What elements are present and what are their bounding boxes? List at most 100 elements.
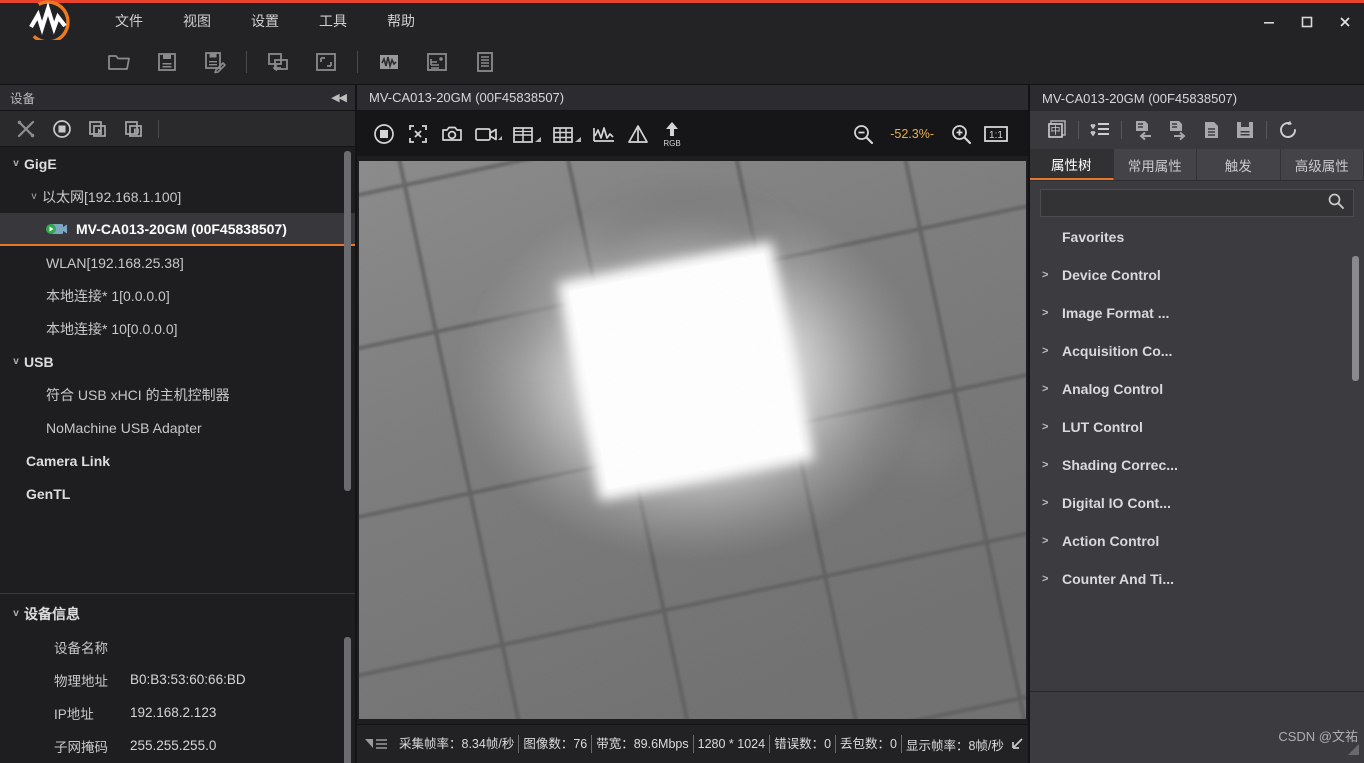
property-group-label: Digital IO Cont... bbox=[1062, 495, 1171, 511]
maximize-button[interactable] bbox=[1288, 3, 1326, 40]
sidebar-collapse-button[interactable]: ◀◀ bbox=[331, 91, 347, 104]
tree-node-gentl[interactable]: GenTL bbox=[0, 477, 356, 510]
property-panel-header: MV-CA013-20GM (00F45838507) bbox=[1030, 85, 1364, 111]
rgb-button[interactable]: RGB bbox=[655, 115, 689, 153]
snapshot-button[interactable] bbox=[435, 115, 469, 153]
tree-node-usb[interactable]: v USB bbox=[0, 345, 356, 378]
import-features-button[interactable] bbox=[1126, 114, 1160, 146]
open-folder-button[interactable] bbox=[95, 40, 143, 85]
device-info-scrollbar[interactable] bbox=[344, 637, 351, 763]
zoom-in-button[interactable] bbox=[944, 115, 978, 153]
chevron-down-icon: v bbox=[31, 191, 37, 202]
load-file-button[interactable] bbox=[1194, 114, 1228, 146]
grid-4-button[interactable] bbox=[507, 115, 547, 153]
save-file-icon bbox=[1237, 122, 1253, 138]
device-info-heading[interactable]: v 设备信息 bbox=[0, 597, 356, 630]
menu-help[interactable]: 帮助 bbox=[367, 3, 435, 40]
tree-node-camera-mv-ca013-20gm[interactable]: MV-CA013-20GM (00F45838507) bbox=[0, 213, 356, 246]
list-icon bbox=[477, 52, 493, 72]
property-group-acquisition-control[interactable]: > Acquisition Co... bbox=[1030, 332, 1364, 370]
property-search-box[interactable] bbox=[1040, 189, 1354, 217]
camera-icon bbox=[46, 222, 68, 236]
tab-common-properties[interactable]: 常用属性 bbox=[1113, 149, 1197, 180]
property-group-label: Image Format ... bbox=[1062, 305, 1170, 321]
device-info-key: 物理地址 bbox=[54, 673, 108, 689]
tree-node-nomachine-usb-adapter[interactable]: NoMachine USB Adapter bbox=[0, 411, 356, 444]
property-group-favorites[interactable]: Favorites bbox=[1030, 218, 1364, 256]
chevron-right-icon: > bbox=[1042, 573, 1049, 585]
refresh-devices-button[interactable] bbox=[8, 114, 44, 144]
menu-tools[interactable]: 工具 bbox=[299, 3, 367, 40]
record-video-button[interactable] bbox=[469, 115, 507, 153]
property-group-lut-control[interactable]: > LUT Control bbox=[1030, 408, 1364, 446]
property-group-image-format[interactable]: > Image Format ... bbox=[1030, 294, 1364, 332]
camera-image-container[interactable] bbox=[357, 156, 1028, 724]
property-group-action-control[interactable]: > Action Control bbox=[1030, 522, 1364, 560]
menu-settings[interactable]: 设置 bbox=[231, 3, 299, 40]
property-group-counter-and-timer[interactable]: > Counter And Ti... bbox=[1030, 560, 1364, 598]
tree-node-label: WLAN[192.168.25.38] bbox=[46, 254, 184, 271]
stop-record-button[interactable] bbox=[44, 114, 80, 144]
tree-node-label: Camera Link bbox=[26, 452, 111, 469]
property-group-analog-control[interactable]: > Analog Control bbox=[1030, 370, 1364, 408]
save-as-button[interactable] bbox=[191, 40, 239, 85]
property-toolbar-separator-3 bbox=[1266, 121, 1267, 139]
property-group-label: Counter And Ti... bbox=[1062, 571, 1174, 587]
import-config-icon bbox=[268, 53, 288, 72]
sidebar-header: 设备 ◀◀ bbox=[0, 85, 356, 111]
tree-node-label: GenTL bbox=[26, 485, 71, 502]
tree-node-wlan[interactable]: WLAN[192.168.25.38] bbox=[0, 246, 356, 279]
mirror-button[interactable] bbox=[621, 115, 655, 153]
tree-node-ethernet[interactable]: v 以太网[192.168.1.100] bbox=[0, 180, 356, 213]
save-file-button[interactable] bbox=[1228, 114, 1262, 146]
import-config-button[interactable] bbox=[254, 40, 302, 85]
camera-image bbox=[359, 161, 1026, 719]
tab-advanced-properties[interactable]: 高级属性 bbox=[1280, 149, 1364, 180]
language-chinese-button[interactable]: 中 bbox=[1040, 114, 1074, 146]
refresh-button[interactable] bbox=[1271, 114, 1305, 146]
device-tree: v GigE v 以太网[192.168.1.100] MV-CA013-20G… bbox=[0, 147, 356, 594]
tree-node-usb-xhci-controller[interactable]: 符合 USB xHCI 的主机控制器 bbox=[0, 378, 356, 411]
one-to-one-zoom-button[interactable]: 1:1 bbox=[978, 115, 1014, 153]
property-group-shading-correction[interactable]: > Shading Correc... bbox=[1030, 446, 1364, 484]
tree-node-local-connection-10[interactable]: 本地连接* 10[0.0.0.0] bbox=[0, 312, 356, 345]
image-settings-button[interactable] bbox=[413, 40, 461, 85]
property-list-scrollbar[interactable] bbox=[1352, 256, 1359, 381]
list-button[interactable] bbox=[461, 40, 509, 85]
export-features-button[interactable] bbox=[1160, 114, 1194, 146]
close-button[interactable] bbox=[1326, 3, 1364, 40]
stop-grab-button[interactable] bbox=[367, 115, 401, 153]
device-tree-scrollbar[interactable] bbox=[344, 151, 351, 491]
tree-node-local-connection-1[interactable]: 本地连接* 1[0.0.0.0] bbox=[0, 279, 356, 312]
tree-node-gige[interactable]: v GigE bbox=[0, 147, 356, 180]
menu-file[interactable]: 文件 bbox=[95, 3, 163, 40]
property-group-device-control[interactable]: > Device Control bbox=[1030, 256, 1364, 294]
property-group-label: Action Control bbox=[1062, 533, 1160, 549]
expand-collapse-tree-icon bbox=[1090, 123, 1109, 137]
grid-9-button[interactable] bbox=[547, 115, 587, 153]
save-button[interactable] bbox=[143, 40, 191, 85]
histogram-icon bbox=[593, 126, 614, 142]
refresh-devices-icon bbox=[17, 120, 35, 137]
window-resize-grip[interactable] bbox=[1346, 742, 1360, 761]
waveform-button[interactable] bbox=[365, 40, 413, 85]
histogram-button[interactable] bbox=[587, 115, 621, 153]
fullscreen-button[interactable] bbox=[302, 40, 350, 85]
tree-node-label: MV-CA013-20GM (00F45838507) bbox=[76, 220, 287, 237]
chevron-down-icon: v bbox=[13, 608, 19, 619]
menu-view[interactable]: 视图 bbox=[163, 3, 231, 40]
property-search-input[interactable] bbox=[1049, 195, 1327, 211]
pause-all-button[interactable] bbox=[116, 114, 152, 144]
tab-trigger[interactable]: 触发 bbox=[1197, 149, 1281, 180]
expand-collapse-tree-button[interactable] bbox=[1083, 114, 1117, 146]
chevron-right-icon: > bbox=[1042, 269, 1049, 281]
property-group-digital-io-control[interactable]: > Digital IO Cont... bbox=[1030, 484, 1364, 522]
fit-window-button[interactable] bbox=[401, 115, 435, 153]
camera-image-view[interactable] bbox=[357, 161, 1028, 719]
tree-node-camera-link[interactable]: Camera Link bbox=[0, 444, 356, 477]
tree-node-label: NoMachine USB Adapter bbox=[46, 419, 202, 436]
start-all-button[interactable] bbox=[80, 114, 116, 144]
tab-property-tree[interactable]: 属性树 bbox=[1030, 149, 1114, 180]
minimize-button[interactable] bbox=[1250, 3, 1288, 40]
zoom-out-button[interactable] bbox=[846, 115, 880, 153]
